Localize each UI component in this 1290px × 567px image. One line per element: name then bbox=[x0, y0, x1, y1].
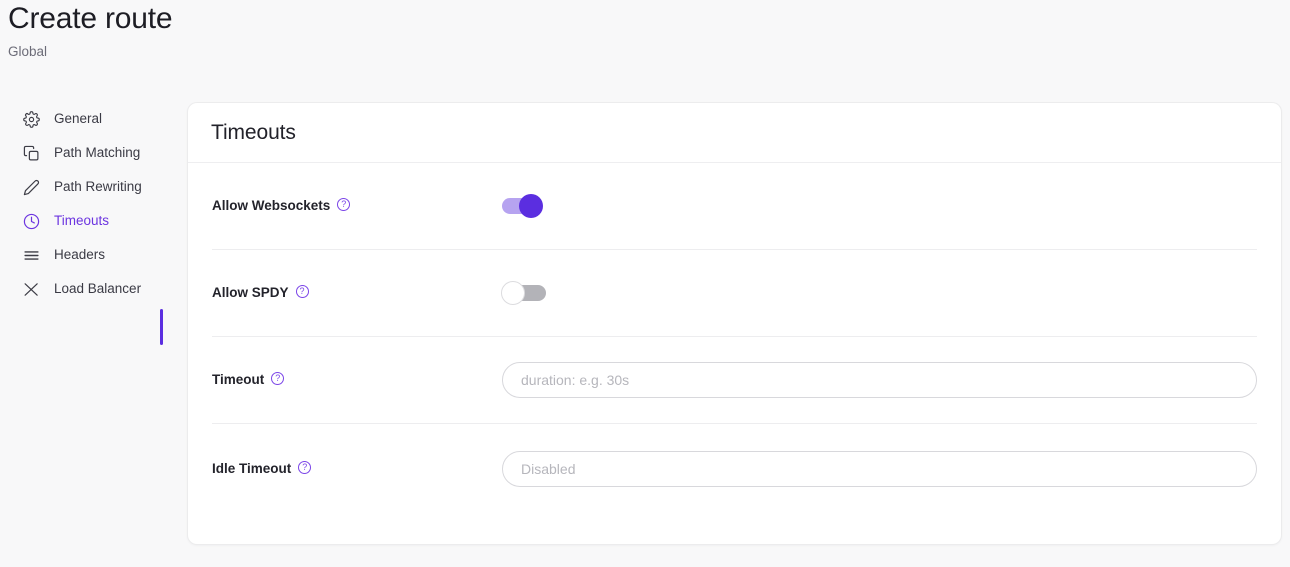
panel-header: Timeouts bbox=[188, 103, 1281, 163]
field-control bbox=[501, 198, 1257, 214]
form-row-idle-timeout: Idle Timeout ? bbox=[212, 424, 1257, 514]
timeout-input[interactable] bbox=[502, 362, 1257, 398]
copy-icon bbox=[22, 144, 40, 162]
sidebar-item-timeouts[interactable]: Timeouts bbox=[0, 204, 163, 238]
label-text: Idle Timeout bbox=[212, 461, 291, 477]
sidebar-item-path-rewriting[interactable]: Path Rewriting bbox=[0, 170, 163, 204]
sidebar-item-load-balancer[interactable]: Load Balancer bbox=[0, 272, 163, 306]
form-row-allow-spdy: Allow SPDY ? bbox=[212, 250, 1257, 337]
form-row-allow-websockets: Allow Websockets ? bbox=[212, 163, 1257, 250]
active-section-indicator bbox=[160, 309, 163, 345]
page-subtitle: Global bbox=[8, 44, 1290, 60]
gear-icon bbox=[22, 110, 40, 128]
clock-icon bbox=[22, 212, 40, 230]
pencil-icon bbox=[22, 178, 40, 196]
sidebar-item-label: Headers bbox=[54, 247, 105, 263]
help-icon[interactable]: ? bbox=[296, 285, 309, 298]
help-icon[interactable]: ? bbox=[298, 461, 311, 474]
help-icon[interactable]: ? bbox=[271, 372, 284, 385]
panel-title: Timeouts bbox=[211, 121, 296, 145]
timeouts-panel: Timeouts Allow Websockets ? Allow SPDY ? bbox=[187, 102, 1282, 545]
toggle-knob bbox=[519, 194, 543, 218]
allow-spdy-toggle[interactable] bbox=[508, 285, 546, 301]
allow-websockets-toggle[interactable] bbox=[502, 198, 540, 214]
sidebar-item-label: Load Balancer bbox=[54, 281, 141, 297]
field-label-allow-spdy: Allow SPDY ? bbox=[212, 285, 501, 302]
sidebar-item-headers[interactable]: Headers bbox=[0, 238, 163, 272]
field-control bbox=[501, 285, 1257, 301]
field-label-idle-timeout: Idle Timeout ? bbox=[212, 461, 501, 478]
panel-body: Allow Websockets ? Allow SPDY ? bbox=[188, 163, 1281, 514]
field-control bbox=[501, 362, 1257, 398]
shuffle-icon bbox=[22, 280, 40, 298]
idle-timeout-input[interactable] bbox=[502, 451, 1257, 487]
sidebar-item-label: Path Matching bbox=[54, 145, 140, 161]
page-header: Create route Global bbox=[0, 0, 1290, 60]
settings-sidebar: General Path Matching Path Rewriting bbox=[0, 102, 163, 306]
sidebar-item-label: General bbox=[54, 111, 102, 127]
sidebar-item-label: Timeouts bbox=[54, 213, 109, 229]
field-control bbox=[501, 451, 1257, 487]
main-layout: General Path Matching Path Rewriting bbox=[0, 102, 1290, 545]
sidebar-item-path-matching[interactable]: Path Matching bbox=[0, 136, 163, 170]
field-label-allow-websockets: Allow Websockets ? bbox=[212, 198, 501, 215]
form-row-timeout: Timeout ? bbox=[212, 337, 1257, 424]
page-title: Create route bbox=[8, 0, 1290, 36]
label-text: Allow SPDY bbox=[212, 285, 289, 301]
list-lines-icon bbox=[22, 246, 40, 264]
field-label-timeout: Timeout ? bbox=[212, 372, 501, 389]
sidebar-item-general[interactable]: General bbox=[0, 102, 163, 136]
toggle-knob bbox=[501, 281, 525, 305]
sidebar-item-label: Path Rewriting bbox=[54, 179, 142, 195]
help-icon[interactable]: ? bbox=[337, 198, 350, 211]
label-text: Timeout bbox=[212, 372, 264, 388]
label-text: Allow Websockets bbox=[212, 198, 330, 214]
